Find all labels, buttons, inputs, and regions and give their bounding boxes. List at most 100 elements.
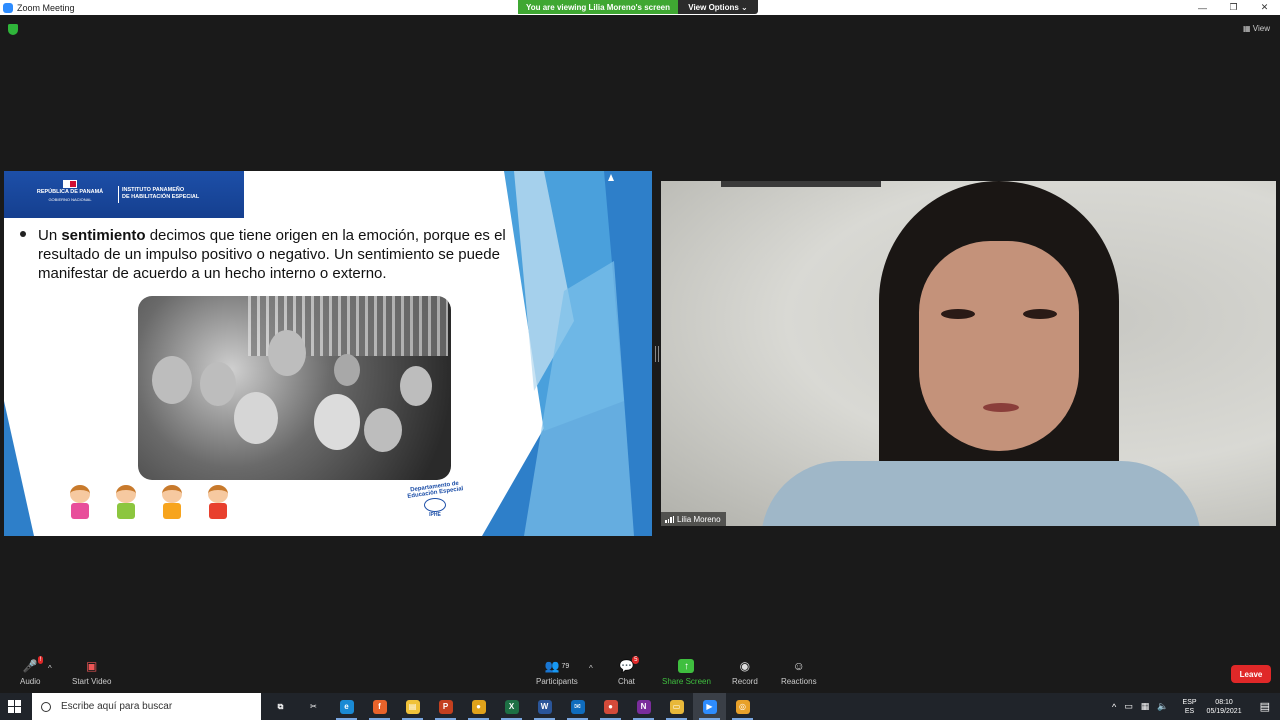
taskbar-task-view-icon[interactable]: ⧉	[264, 693, 297, 720]
task-view-glyph: ⧉	[273, 699, 288, 714]
language-indicator[interactable]: ESP ES	[1183, 698, 1197, 716]
taskbar-store-icon[interactable]: ▤	[396, 693, 429, 720]
word-glyph: W	[537, 699, 552, 714]
record-icon: ◉	[739, 659, 751, 673]
taskbar-chrome-2-icon[interactable]: ●	[594, 693, 627, 720]
system-tray: ^ ▭ ▦ 🔈 ESP ES 08:10 05/19/2021 ▤	[1108, 693, 1280, 720]
viewing-banner: You are viewing Lilia Moreno's screen	[518, 0, 678, 14]
video-off-icon: ▣	[86, 659, 98, 673]
text-lead: Un	[38, 227, 62, 244]
kid-figure	[154, 485, 190, 527]
department-logo-sub: IPHE	[429, 512, 441, 518]
mouse-cursor-icon	[608, 174, 614, 181]
video-person-face	[919, 241, 1079, 451]
header-right: INSTITUTO PANAMEÑO DE HABILITACIÓN ESPEC…	[122, 187, 232, 201]
chat-button[interactable]: 💬 5 Chat	[618, 656, 640, 686]
photo-face	[234, 392, 278, 444]
participants-count: 79	[561, 662, 570, 670]
tray-chevron-icon[interactable]: ^	[1112, 702, 1116, 712]
audio-button[interactable]: 🎤! Audio	[20, 656, 44, 686]
network-icon[interactable]: ▦	[1141, 701, 1150, 712]
notification-icon[interactable]: ▤	[1260, 700, 1270, 713]
bullet-icon	[20, 231, 26, 237]
share-screen-button[interactable]: ↑ Share Screen	[662, 659, 711, 686]
view-button[interactable]: ▦ View	[1243, 24, 1270, 33]
video-person-eye	[1023, 309, 1057, 319]
audio-alert-badge: !	[37, 656, 44, 664]
onenote-glyph: N	[636, 699, 651, 714]
participant-video[interactable]: Lilia Moreno	[661, 181, 1276, 526]
taskbar-other-icon[interactable]: ◎	[726, 693, 759, 720]
taskbar-search[interactable]: Escribe aquí para buscar	[32, 693, 261, 720]
taskbar-onenote-icon[interactable]: N	[627, 693, 660, 720]
firefox-glyph: f	[372, 699, 387, 714]
participants-options-caret[interactable]: ^	[589, 664, 593, 673]
store-glyph: ▤	[405, 699, 420, 714]
participant-name-tag: Lilia Moreno	[661, 512, 726, 526]
taskbar-explorer-icon[interactable]: ▭	[660, 693, 693, 720]
participants-label: Participants	[536, 677, 578, 686]
children-photo	[138, 296, 451, 480]
windows-start-icon[interactable]	[8, 700, 21, 713]
lang-bottom: ES	[1184, 707, 1195, 715]
participants-button[interactable]: 👥 79 Participants	[536, 659, 578, 686]
chat-badge: 5	[632, 656, 640, 664]
institute-line1: INSTITUTO PANAMEÑO	[122, 187, 185, 193]
excel-glyph: X	[504, 699, 519, 714]
kid-figure	[62, 485, 98, 527]
taskbar-firefox-icon[interactable]: f	[363, 693, 396, 720]
header-divider	[118, 186, 119, 203]
battery-icon[interactable]: ▭	[1124, 701, 1133, 712]
photo-face	[364, 408, 402, 452]
text-bold: sentimiento	[61, 227, 146, 244]
security-shield-icon[interactable]	[8, 24, 18, 35]
taskbar-edge-icon[interactable]: e	[330, 693, 363, 720]
department-logo: Departamento de Educación Especial IPHE	[400, 481, 470, 526]
mail-glyph: ✉	[570, 699, 585, 714]
start-video-label: Start Video	[72, 677, 112, 686]
chat-label: Chat	[618, 677, 635, 686]
taskbar-chrome-icon[interactable]: ●	[462, 693, 495, 720]
video-wall-top	[721, 181, 881, 187]
zoom-app-icon	[3, 2, 13, 13]
taskbar-zoom-icon[interactable]: ▶	[693, 693, 726, 720]
clock-time: 08:10	[1215, 698, 1233, 706]
clock-date: 05/19/2021	[1206, 707, 1242, 715]
splitter-handle[interactable]	[655, 346, 659, 362]
kid-figure	[108, 485, 144, 527]
header-left: REPÚBLICA DE PANAMÁ GOBIERNO NACIONAL	[28, 180, 112, 203]
minimize-button[interactable]: —	[1187, 0, 1218, 15]
taskbar-word-icon[interactable]: W	[528, 693, 561, 720]
taskbar-snip-icon[interactable]: ✂	[297, 693, 330, 720]
taskbar-mail-icon[interactable]: ✉	[561, 693, 594, 720]
lang-top: ESP	[1182, 698, 1197, 706]
photo-face	[400, 366, 432, 406]
close-button[interactable]: ✕	[1249, 0, 1280, 15]
record-button[interactable]: ◉ Record	[732, 659, 758, 686]
reactions-button[interactable]: ☺ Reactions	[781, 659, 817, 686]
window-controls: — ❐ ✕	[1187, 0, 1280, 15]
taskbar-powerpoint-icon[interactable]: P	[429, 693, 462, 720]
reactions-label: Reactions	[781, 677, 817, 686]
audio-options-caret[interactable]: ^	[48, 664, 52, 673]
search-icon	[41, 701, 51, 712]
video-person-mouth	[983, 403, 1019, 412]
maximize-button[interactable]: ❐	[1218, 0, 1249, 15]
start-video-button[interactable]: ▣ Start Video	[72, 659, 111, 686]
windows-taskbar: Escribe aquí para buscar ⧉ ✂ e f ▤ P ● X W ✉ ● N ▭ ▶ ◎…	[0, 693, 1280, 720]
zoom-glyph: ▶	[702, 699, 717, 714]
kid-figure	[200, 485, 236, 527]
taskbar-clock[interactable]: 08:10 05/19/2021	[1207, 698, 1242, 716]
meeting-stage: ▦ View REPÚBLICA DE PANAMÁ GOBIERNO NACI…	[0, 15, 1280, 655]
photo-face	[314, 394, 360, 450]
taskbar-excel-icon[interactable]: X	[495, 693, 528, 720]
view-options-button[interactable]: View Options ⌄	[678, 0, 758, 14]
meeting-toolbar: 🎤! Audio ^ ▣ Start Video 👥 79 Participan…	[0, 655, 1280, 693]
share-screen-label: Share Screen	[662, 677, 711, 686]
leave-button[interactable]: Leave	[1231, 665, 1271, 683]
video-person-shirt	[761, 461, 1201, 526]
volume-icon[interactable]: 🔈	[1157, 701, 1168, 712]
photo-face	[334, 354, 360, 386]
participant-name: Lilia Moreno	[677, 514, 721, 524]
shared-screen: REPÚBLICA DE PANAMÁ GOBIERNO NACIONAL IN…	[4, 171, 652, 536]
